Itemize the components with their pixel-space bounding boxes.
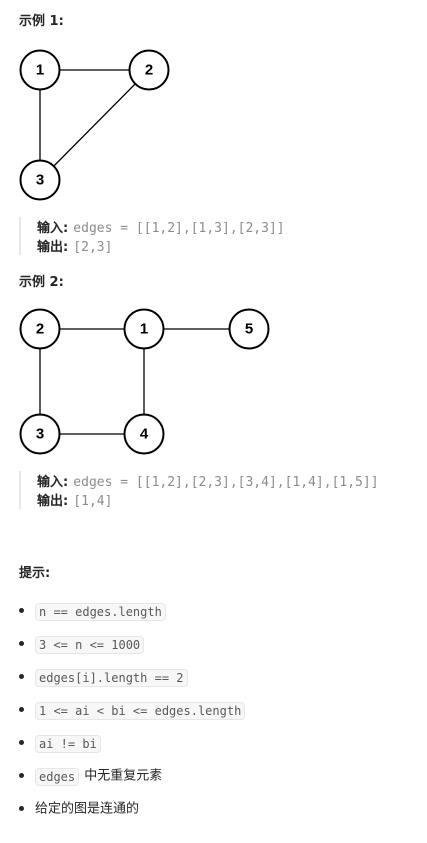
bullet-icon [19, 641, 24, 646]
bullet-icon [19, 740, 24, 745]
graph-node-1: 1 [19, 49, 61, 91]
list-item: 给定的图是连通的 [19, 796, 245, 829]
svg-text:1: 1 [36, 62, 44, 79]
svg-text:5: 5 [245, 321, 253, 338]
svg-text:3: 3 [36, 426, 44, 443]
hint-code: edges [35, 767, 80, 786]
bullet-icon [19, 608, 24, 613]
bullet-icon [19, 806, 24, 811]
hint-code: edges[i].length == 2 [35, 668, 188, 687]
example-2-input-line: 输入: edges = [[1,2],[2,3],[3,4],[1,4],[1,… [37, 471, 379, 490]
list-item: 1 <= ai < bi <= edges.length [19, 697, 246, 730]
output-value: [1,4] [73, 494, 113, 509]
svg-text:2: 2 [145, 62, 153, 79]
hint-code: 1 <= ai < bi <= edges.length [35, 701, 246, 720]
graph-node-2: 2 [19, 308, 61, 350]
list-item: n == edges.length [19, 598, 245, 631]
hint-code: n == edges.length [35, 602, 166, 621]
hint-text: 给定的图是连通的 [35, 801, 140, 817]
edge-2-3 [39, 69, 150, 181]
input-value: edges = [[1,2],[2,3],[3,4],[1,4],[1,5]] [73, 475, 379, 490]
example-2-graph: 2 1 5 3 4 [19, 308, 270, 455]
bullet-icon [19, 674, 24, 679]
list-item: edges 中无重复元素 [19, 763, 245, 796]
example-1-input-line: 输入: edges = [[1,2],[1,3],[2,3]] [37, 217, 285, 236]
svg-text:3: 3 [36, 172, 44, 189]
hint-code: ai != bi [35, 734, 101, 753]
hint-code: 3 <= n <= 1000 [35, 635, 145, 654]
example-2-output-line: 输出: [1,4] [37, 490, 379, 509]
hints-list: n == edges.length 3 <= n <= 1000 edges[i… [19, 598, 246, 829]
input-value: edges = [[1,2],[1,3],[2,3]] [73, 221, 285, 236]
bullet-icon [19, 773, 24, 778]
example-1-graph: 1 2 3 [19, 49, 170, 201]
hints-title: 提示: [19, 566, 51, 581]
list-item: 3 <= n <= 1000 [19, 631, 245, 664]
hint-text: 中无重复元素 [84, 768, 163, 784]
example-2-title: 示例 2: [19, 275, 64, 290]
graph-node-3: 3 [19, 413, 61, 455]
input-label: 输入: [37, 475, 69, 490]
graph-node-3: 3 [19, 159, 61, 201]
output-value: [2,3] [73, 240, 113, 255]
graph-node-5: 5 [228, 308, 270, 350]
svg-text:4: 4 [140, 426, 149, 443]
graph-node-1: 1 [123, 308, 165, 350]
svg-text:1: 1 [140, 321, 148, 338]
example-2-io: 输入: edges = [[1,2],[2,3],[3,4],[1,4],[1,… [19, 471, 379, 509]
example-1-title: 示例 1: [19, 14, 64, 29]
bullet-icon [19, 707, 24, 712]
list-item: ai != bi [19, 730, 245, 763]
output-label: 输出: [37, 240, 69, 255]
svg-text:2: 2 [36, 321, 44, 338]
list-item: edges[i].length == 2 [19, 664, 245, 697]
graph-node-2: 2 [128, 49, 170, 91]
graph-node-4: 4 [123, 413, 165, 455]
example-1-io: 输入: edges = [[1,2],[1,3],[2,3]] 输出: [2,3… [19, 217, 285, 255]
output-label: 输出: [37, 494, 69, 509]
example-1-output-line: 输出: [2,3] [37, 236, 285, 255]
input-label: 输入: [37, 221, 69, 236]
